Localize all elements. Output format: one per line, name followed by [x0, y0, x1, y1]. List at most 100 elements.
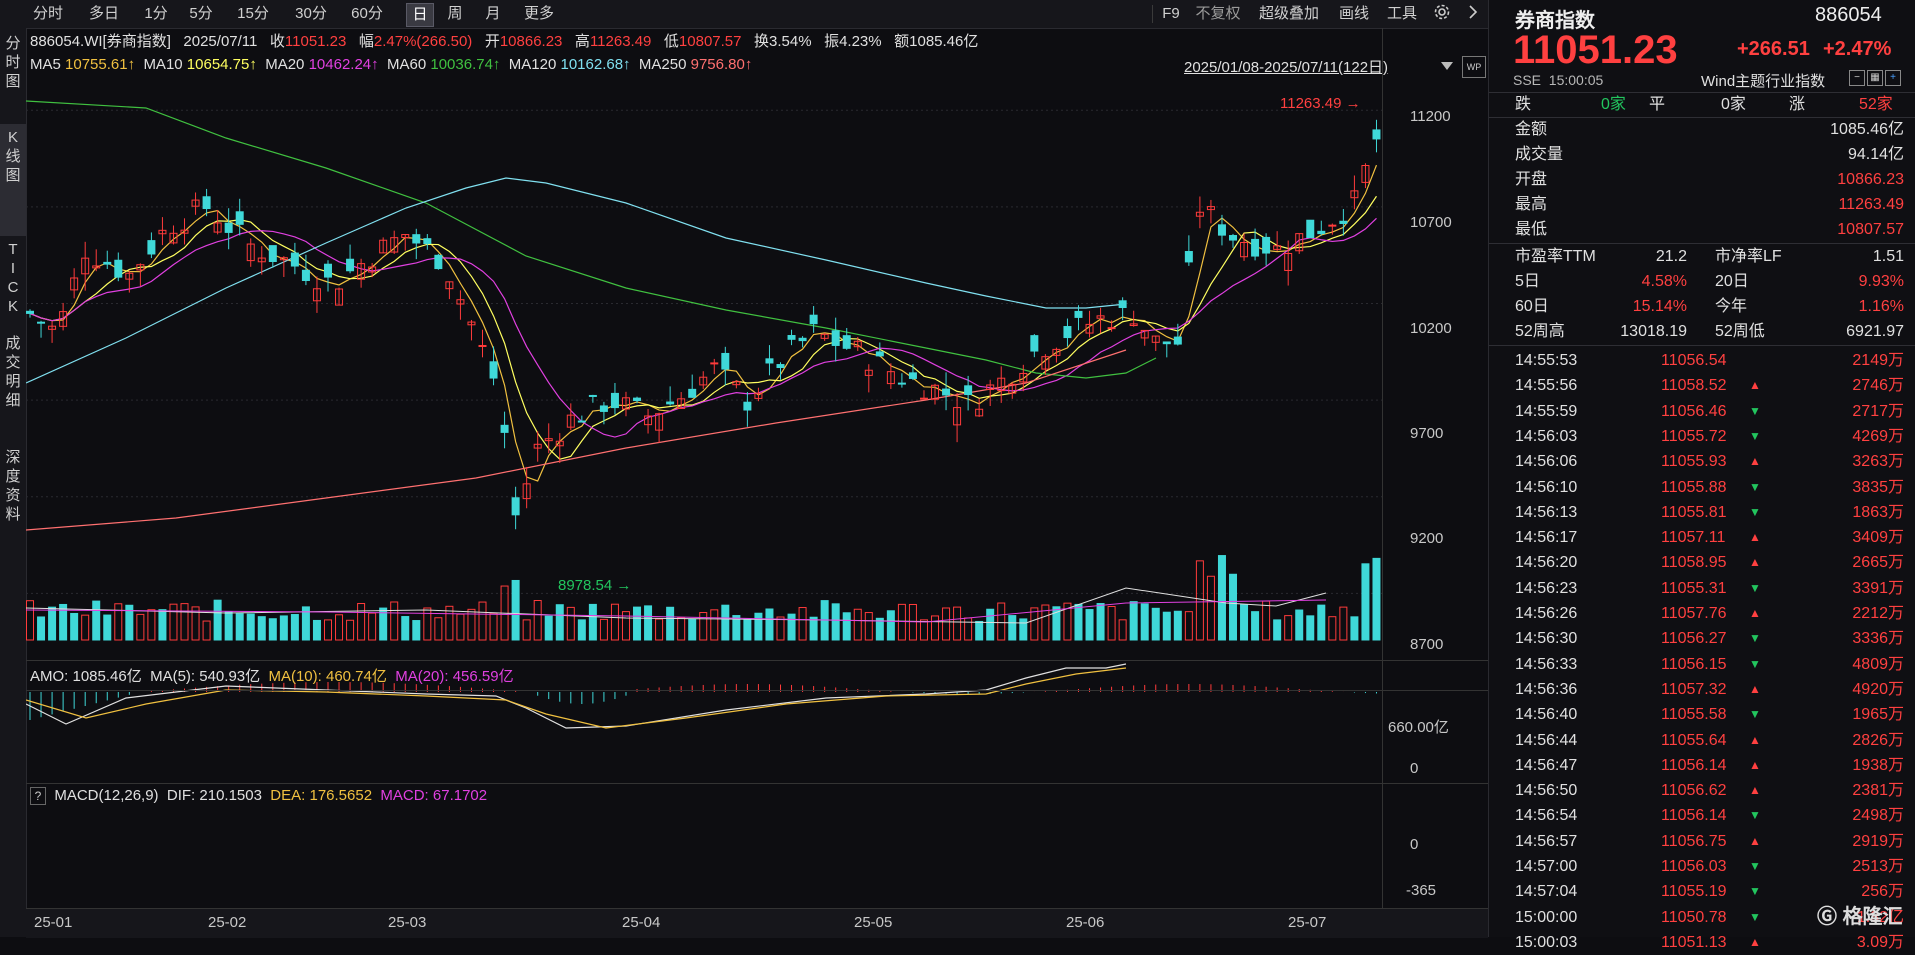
- volume-bar: [1008, 615, 1017, 641]
- y-tick: 8700: [1410, 636, 1444, 653]
- period-15min[interactable]: 15分: [232, 3, 274, 25]
- arrow-up-icon: ▲: [1749, 833, 1761, 848]
- volume-bar: [1339, 606, 1348, 641]
- volume-bar: [710, 609, 719, 641]
- tab-kline-chart[interactable]: K线图: [0, 124, 26, 236]
- no-adjust-button[interactable]: 不复权: [1190, 3, 1246, 25]
- period-5min[interactable]: 5分: [184, 3, 218, 25]
- candle-body: [588, 394, 597, 397]
- candle-body: [897, 382, 906, 385]
- amo-ma5: MA(5): 540.93亿: [150, 668, 261, 685]
- volume-bar: [1118, 619, 1127, 641]
- tab-depth-data[interactable]: 深度资料: [0, 448, 26, 524]
- volume-bar: [1096, 603, 1105, 641]
- volume-bar: [1184, 611, 1193, 641]
- volume-bar: [1173, 610, 1182, 641]
- tick-volume: 1863万: [1852, 503, 1904, 521]
- draw-line-button[interactable]: 画线: [1334, 3, 1374, 25]
- tick-time: 14:57:00: [1515, 858, 1578, 875]
- volume-bar: [312, 619, 321, 641]
- period-intraday[interactable]: 分时: [28, 3, 68, 25]
- candle-body: [721, 352, 730, 370]
- volume-bar: [423, 607, 432, 641]
- arrow-up-icon: ▲: [1749, 606, 1761, 620]
- volume-bar: [588, 603, 597, 641]
- candle-body: [268, 245, 277, 262]
- overlay-button[interactable]: 超级叠加: [1252, 3, 1326, 25]
- watermark-logo: Ⓖ 格隆汇: [1817, 906, 1903, 928]
- volume-bar: [37, 616, 46, 641]
- tab-intraday-chart[interactable]: 分时图: [0, 34, 26, 91]
- candle-body: [224, 222, 233, 233]
- tab-tick[interactable]: TICK: [0, 240, 26, 316]
- tab-trade-detail[interactable]: 成交明细: [0, 334, 26, 410]
- grid-icon[interactable]: ▦: [1867, 70, 1883, 86]
- ma5-line: [29, 164, 1378, 482]
- period-1min[interactable]: 1分: [140, 3, 172, 25]
- volume-bar: [776, 616, 785, 641]
- tick-time: 14:56:06: [1515, 453, 1578, 471]
- x-tick: 25-01: [34, 914, 73, 931]
- minus-icon[interactable]: −: [1849, 70, 1865, 86]
- candle-body: [323, 263, 332, 278]
- volume-bar: [224, 611, 233, 641]
- period-30min[interactable]: 30分: [290, 3, 332, 25]
- f9-button[interactable]: F9: [1158, 3, 1184, 25]
- arrow-down-icon: ▼: [1749, 631, 1761, 646]
- volume-bar: [401, 616, 410, 641]
- chevron-right-icon[interactable]: [1462, 3, 1484, 25]
- candle-body: [26, 310, 34, 314]
- tick-price: 11057.32: [1661, 680, 1727, 698]
- candle-body: [710, 362, 719, 365]
- tick-volume: 1965万: [1852, 706, 1904, 724]
- tick-price: 11055.72: [1661, 427, 1727, 445]
- volume-bar: [666, 606, 675, 641]
- candle-body: [1184, 251, 1193, 263]
- volume-bar: [103, 614, 112, 641]
- period-60min[interactable]: 60分: [346, 3, 388, 25]
- tick-time: 15:00:03: [1515, 933, 1578, 951]
- volume-bar: [986, 608, 995, 641]
- tick-row: 14:56:06 11055.93 ▲ 3263万: [1489, 449, 1915, 474]
- macd-tick: 0: [1410, 836, 1419, 853]
- candle-body: [577, 420, 586, 423]
- tick-time: 14:56:17: [1515, 529, 1578, 547]
- tick-row: 14:56:36 11057.32 ▲ 4920万: [1489, 677, 1915, 702]
- tick-time: 14:56:36: [1515, 680, 1578, 698]
- gear-icon[interactable]: [1430, 3, 1454, 25]
- tick-row: 14:56:03 11055.72 ▼ 4269万: [1489, 424, 1915, 449]
- period-weekly[interactable]: 周: [442, 3, 468, 25]
- index-category[interactable]: Wind主题行业指数: [1701, 70, 1825, 91]
- volume-bar: [48, 606, 57, 641]
- period-more[interactable]: 更多: [518, 3, 560, 25]
- stat-row: 金额 1085.46亿: [1515, 121, 1904, 138]
- volume-bar: [290, 614, 299, 641]
- volume-bar: [511, 579, 520, 641]
- candle-body: [1339, 220, 1348, 224]
- candle-body: [875, 351, 884, 357]
- period-multiday[interactable]: 多日: [84, 3, 124, 25]
- volume-bar: [158, 609, 167, 641]
- macd-tick: -365: [1406, 882, 1437, 899]
- volume-bar: [699, 612, 708, 641]
- tools-button[interactable]: 工具: [1382, 3, 1422, 25]
- index-code-right: 886054: [1815, 4, 1882, 26]
- period-monthly[interactable]: 月: [480, 3, 506, 25]
- candle-body: [964, 385, 973, 396]
- pane-divider: [26, 660, 1488, 661]
- period-daily[interactable]: 日: [406, 3, 434, 27]
- candle-body: [478, 344, 487, 347]
- candle-body: [919, 397, 928, 400]
- arrow-down-icon: ▼: [1749, 403, 1761, 418]
- return-row: 60日 15.14% 今年 1.16%: [1515, 298, 1904, 315]
- tick-row: 14:56:26 11057.76 ▲ 2212万: [1489, 601, 1915, 626]
- tick-row: 14:56:50 11056.62 ▲ 2381万: [1489, 778, 1915, 803]
- help-icon[interactable]: ?: [30, 787, 46, 805]
- exchange: SSE 15:00:05: [1513, 72, 1604, 88]
- macd-dif: DIF: 210.1503: [166, 787, 262, 804]
- plus-icon[interactable]: +: [1885, 70, 1901, 86]
- arrow-down-icon: ▼: [1749, 707, 1761, 722]
- volume-bar: [1273, 619, 1282, 641]
- tick-price: 11058.95: [1661, 554, 1727, 572]
- candle-body: [743, 401, 752, 411]
